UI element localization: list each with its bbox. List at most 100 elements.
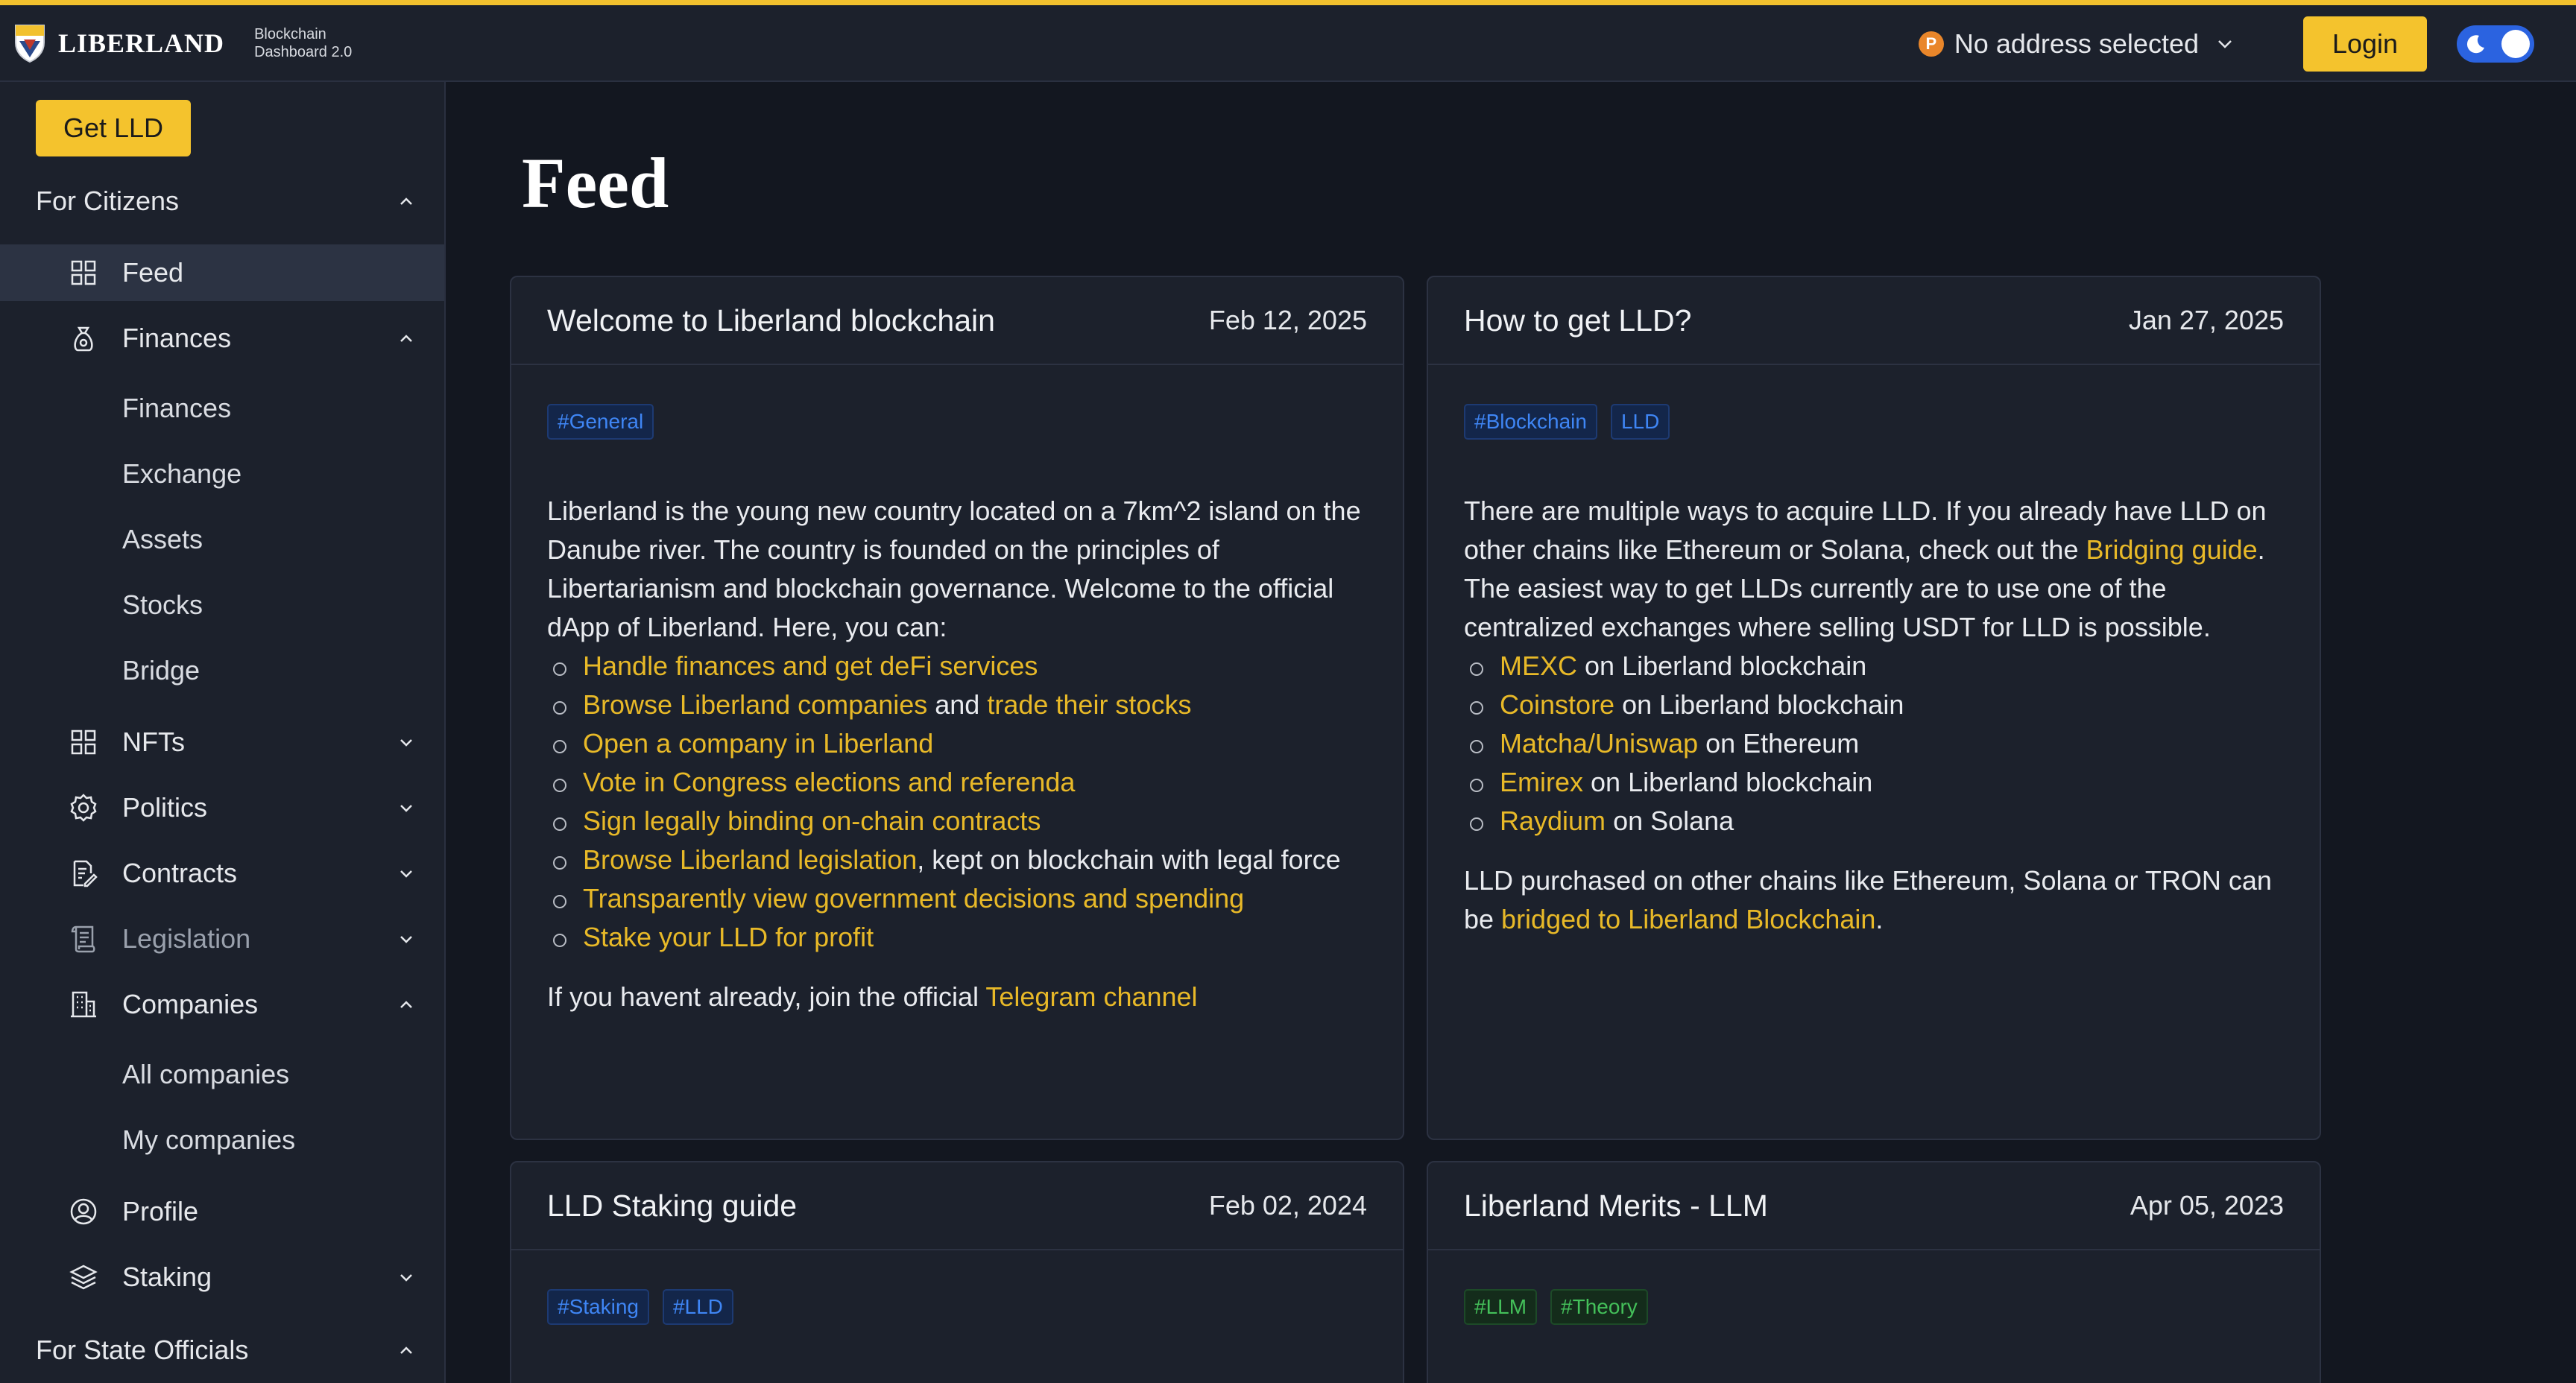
link[interactable]: MEXC <box>1500 651 1577 681</box>
accent-stripe <box>0 0 2576 5</box>
link[interactable]: Transparently view government decisions … <box>583 883 1244 914</box>
toggle-knob <box>2501 29 2530 58</box>
link[interactable]: Emirex <box>1500 767 1583 797</box>
theme-toggle[interactable] <box>2457 25 2534 63</box>
chevron-up-icon <box>400 1346 412 1354</box>
list-item: Browse Liberland companies and trade the… <box>547 686 1367 724</box>
sidebar-subitem-all-companies[interactable]: All companies <box>0 1046 444 1103</box>
card-outro: If you havent already, join the official… <box>547 981 1198 1012</box>
document-edit-icon <box>73 860 98 887</box>
card-title[interactable]: Liberland Merits - LLM <box>1464 1189 1768 1224</box>
sidebar-subitem-my-companies[interactable]: My companies <box>0 1112 444 1168</box>
tag[interactable]: #LLD <box>662 1289 733 1325</box>
feature-list: Handle finances and get deFi services Br… <box>547 647 1367 957</box>
feed-card: How to get LLD? Jan 27, 2025 #Blockchain… <box>1427 276 2321 1140</box>
list-item: Raydium on Solana <box>1464 802 2284 841</box>
link[interactable]: Matcha/Uniswap <box>1500 728 1698 759</box>
list-item: MEXC on Liberland blockchain <box>1464 647 2284 686</box>
sidebar-item-feed[interactable]: Feed <box>0 244 444 301</box>
link[interactable]: Browse Liberland legislation <box>583 844 917 875</box>
sidebar-subitem-stocks[interactable]: Stocks <box>0 577 444 633</box>
chevron-up-icon <box>400 197 412 205</box>
list-item: Handle finances and get deFi services <box>547 647 1367 686</box>
sidebar-item-finances[interactable]: Finances <box>0 310 444 367</box>
sidebar-subitem-assets[interactable]: Assets <box>0 511 444 568</box>
feed-card: Liberland Merits - LLM Apr 05, 2023 #LLM… <box>1427 1161 2321 1383</box>
telegram-link[interactable]: Telegram channel <box>985 981 1197 1012</box>
grid-icon <box>71 260 96 285</box>
card-title[interactable]: LLD Staking guide <box>547 1189 797 1224</box>
liberland-shield-icon <box>15 24 45 63</box>
main-content: Feed Welcome to Liberland blockchain Feb… <box>447 82 2576 1383</box>
link[interactable]: Coinstore <box>1500 689 1614 720</box>
bridging-guide-link[interactable]: Bridging guide <box>2086 534 2257 565</box>
chevron-up-icon <box>400 1001 412 1008</box>
get-lld-button[interactable]: Get LLD <box>36 100 191 156</box>
sidebar-item-legislation[interactable]: Legislation <box>0 911 444 967</box>
sidebar-subitem-bridge[interactable]: Bridge <box>0 642 444 699</box>
section-for-state-officials[interactable]: For State Officials <box>0 1322 444 1379</box>
seal-icon <box>70 794 97 822</box>
address-label: No address selected <box>1954 28 2199 59</box>
chevron-up-icon <box>400 335 412 342</box>
sidebar-item-politics[interactable]: Politics <box>0 779 444 836</box>
list-item: Coinstore on Liberland blockchain <box>1464 686 2284 724</box>
login-button[interactable]: Login <box>2303 16 2427 72</box>
sidebar-subitem-finances[interactable]: Finances <box>0 380 444 437</box>
stack-layers-icon <box>69 1265 98 1290</box>
feed-card: LLD Staking guide Feb 02, 2024 #Staking … <box>510 1161 1404 1383</box>
tag[interactable]: LLD <box>1610 404 1670 440</box>
link[interactable]: Browse Liberland companies <box>583 689 927 720</box>
link[interactable]: Vote in Congress elections and referenda <box>583 767 1075 797</box>
list-item: Vote in Congress elections and referenda <box>547 763 1367 802</box>
link[interactable]: Stake your LLD for profit <box>583 922 874 952</box>
exchange-list: MEXC on Liberland blockchain Coinstore o… <box>1464 647 2284 841</box>
section-for-citizens[interactable]: For Citizens <box>0 173 444 230</box>
link[interactable]: Open a company in Liberland <box>583 728 933 759</box>
link[interactable]: Handle finances and get deFi services <box>583 651 1038 681</box>
tag[interactable]: #Theory <box>1550 1289 1648 1325</box>
list-item: Transparently view government decisions … <box>547 879 1367 918</box>
link[interactable]: Sign legally binding on-chain contracts <box>583 806 1041 836</box>
tag[interactable]: #Blockchain <box>1464 404 1597 440</box>
list-item: Browse Liberland legislation, kept on bl… <box>547 841 1367 879</box>
card-date: Feb 02, 2024 <box>1208 1190 1367 1221</box>
card-title[interactable]: Welcome to Liberland blockchain <box>547 303 995 338</box>
tag[interactable]: #Staking <box>547 1289 649 1325</box>
sidebar: Get LLD For Citizens Feed Finances Finan… <box>0 82 446 1383</box>
chevron-down-icon <box>400 805 412 812</box>
page-title: Feed <box>522 143 669 223</box>
list-item: Sign legally binding on-chain contracts <box>547 802 1367 841</box>
chevron-down-icon <box>400 936 412 943</box>
bridge-link[interactable]: bridged to Liberland Blockchain <box>1501 904 1875 934</box>
brand[interactable]: LIBERLAND Blockchain Dashboard 2.0 <box>13 23 352 63</box>
top-bar: LIBERLAND Blockchain Dashboard 2.0 P No … <box>0 5 2576 82</box>
card-outro: LLD purchased on other chains like Ether… <box>1464 865 2272 934</box>
list-item: Stake your LLD for profit <box>547 918 1367 957</box>
brand-name: LIBERLAND <box>58 28 225 58</box>
address-selector[interactable]: P No address selected <box>1918 28 2235 60</box>
user-circle-icon <box>70 1198 97 1225</box>
sidebar-item-nfts[interactable]: NFTs <box>0 714 444 770</box>
brand-subtitle: Blockchain Dashboard 2.0 <box>254 25 353 60</box>
tag[interactable]: #General <box>547 404 654 440</box>
sidebar-item-contracts[interactable]: Contracts <box>0 845 444 902</box>
list-item: Matcha/Uniswap on Ethereum <box>1464 724 2284 763</box>
card-date: Feb 12, 2025 <box>1208 305 1367 335</box>
link[interactable]: trade their stocks <box>987 689 1191 720</box>
tag[interactable]: #LLM <box>1464 1289 1538 1325</box>
chevron-down-icon <box>400 739 412 747</box>
grid-icon <box>71 730 96 755</box>
card-title[interactable]: How to get LLD? <box>1464 303 1691 338</box>
card-date: Apr 05, 2023 <box>2130 1190 2284 1221</box>
sidebar-item-companies[interactable]: Companies <box>0 976 444 1033</box>
sidebar-subitem-exchange[interactable]: Exchange <box>0 446 444 502</box>
sidebar-item-staking[interactable]: Staking <box>0 1249 444 1306</box>
list-item: Emirex on Liberland blockchain <box>1464 763 2284 802</box>
chevron-down-icon <box>400 1274 412 1282</box>
sidebar-item-profile[interactable]: Profile <box>0 1183 444 1240</box>
link[interactable]: Raydium <box>1500 806 1606 836</box>
list-item: Open a company in Liberland <box>547 724 1367 763</box>
moon-icon <box>2466 34 2484 53</box>
card-intro: There are multiple ways to acquire LLD. … <box>1464 496 2267 642</box>
